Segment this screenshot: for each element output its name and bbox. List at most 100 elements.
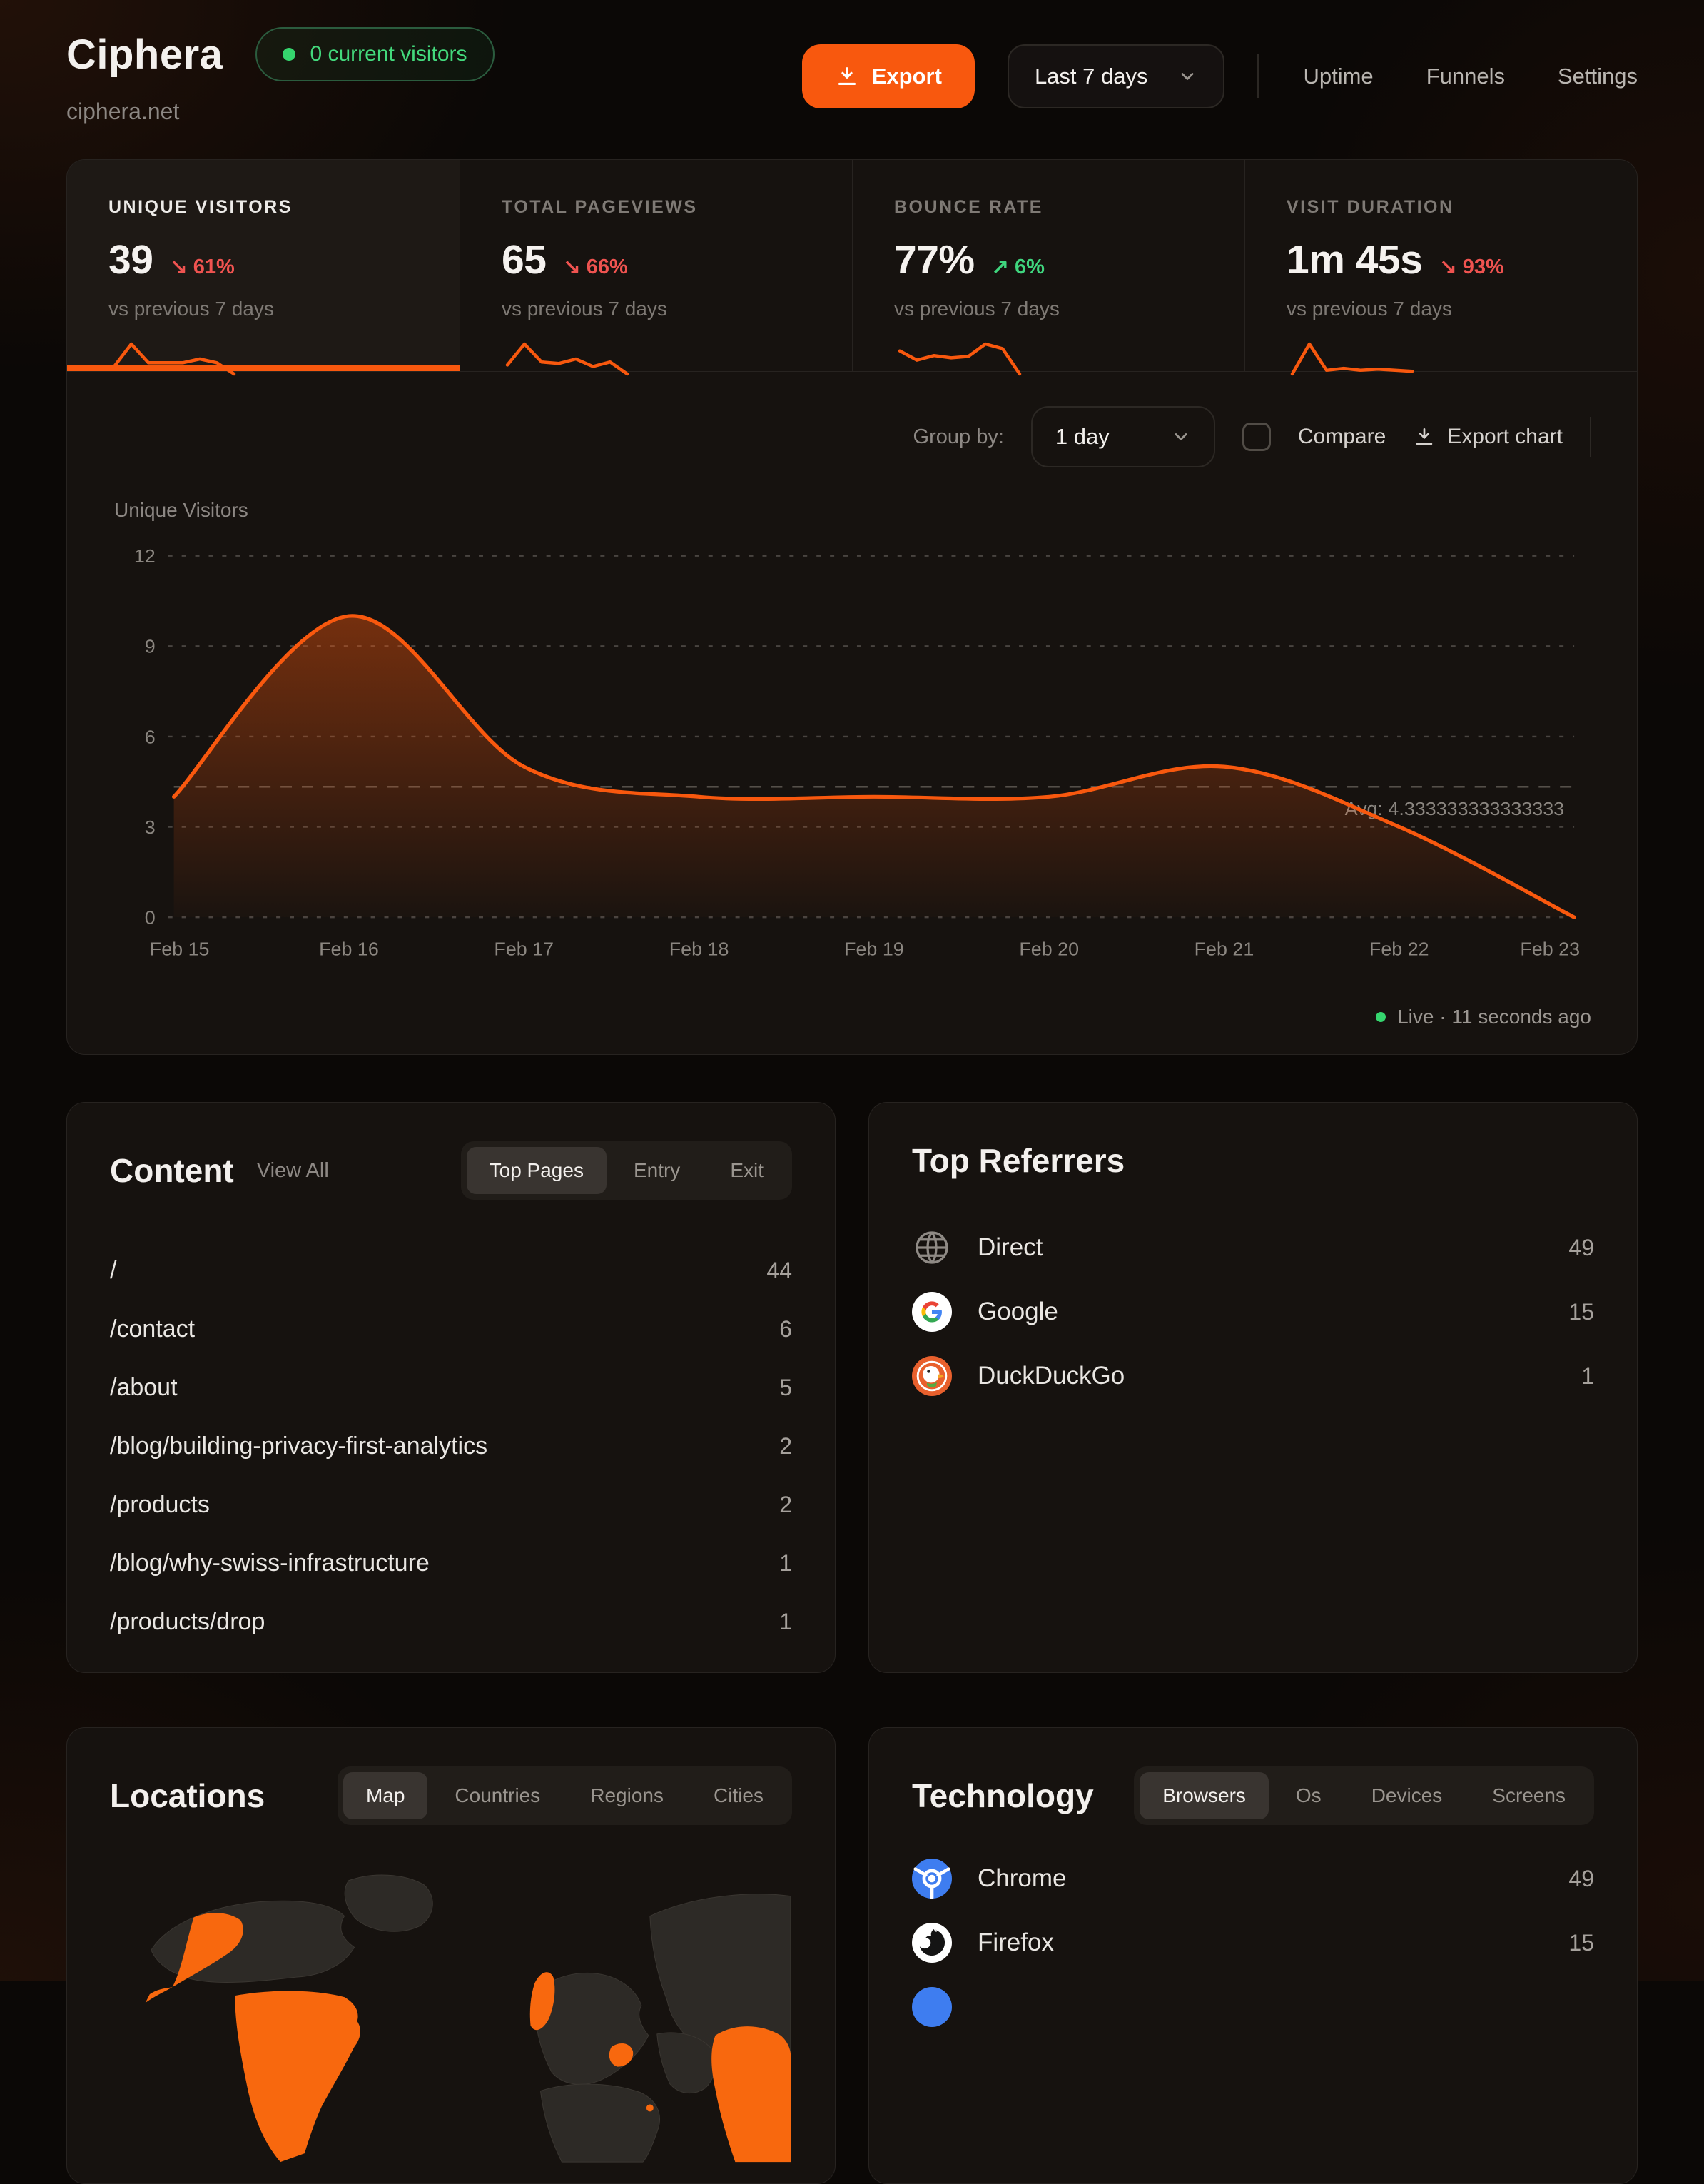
- stat-delta: ↘ 93%: [1439, 254, 1503, 279]
- stat-card-visit-duration[interactable]: VISIT DURATION 1m 45s ↘ 93% vs previous …: [1244, 160, 1637, 371]
- sparkline-chart: [894, 335, 1025, 380]
- browser-row-partial[interactable]: [912, 1975, 1594, 2039]
- globe-icon: [912, 1228, 952, 1268]
- header: Ciphera 0 current visitors ciphera.net E…: [66, 27, 1638, 125]
- tab-exit[interactable]: Exit: [707, 1147, 786, 1194]
- tab-screens[interactable]: Screens: [1469, 1772, 1588, 1819]
- browser-row[interactable]: Firefox 15: [912, 1911, 1594, 1975]
- chevron-down-icon: [1177, 66, 1197, 86]
- tab-os[interactable]: Os: [1273, 1772, 1344, 1819]
- tab-countries[interactable]: Countries: [432, 1772, 563, 1819]
- firefox-icon: [912, 1923, 952, 1963]
- compare-checkbox[interactable]: [1242, 423, 1271, 451]
- live-dot-icon: [1376, 1012, 1386, 1022]
- sparkline-chart: [108, 335, 240, 380]
- app-title: Ciphera: [66, 31, 223, 79]
- tab-cities[interactable]: Cities: [691, 1772, 786, 1819]
- stat-label: BOUNCE RATE: [894, 197, 1203, 218]
- stat-card-unique-visitors[interactable]: UNIQUE VISITORS 39 ↘ 61% vs previous 7 d…: [67, 160, 460, 371]
- page-row[interactable]: /blog/building-privacy-first-analytics2: [110, 1417, 792, 1475]
- chart-controls: Group by: 1 day Compare Export chart: [113, 406, 1591, 467]
- group-by-select[interactable]: 1 day: [1031, 406, 1215, 467]
- referrers-list: Direct 49 Google 15 DuckDuckGo 1: [912, 1215, 1594, 1408]
- referrer-row[interactable]: Google 15: [912, 1280, 1594, 1344]
- tab-map[interactable]: Map: [343, 1772, 427, 1819]
- world-map[interactable]: [110, 1852, 792, 2166]
- nav-funnels[interactable]: Funnels: [1426, 64, 1505, 89]
- svg-text:12: 12: [134, 546, 156, 567]
- top-referrers-title: Top Referrers: [912, 1141, 1125, 1180]
- stat-value: 1m 45s: [1287, 236, 1422, 283]
- locations-tabs: Map Countries Regions Cities: [338, 1766, 792, 1825]
- stat-delta: ↘ 66%: [563, 254, 627, 279]
- page-row[interactable]: /products2: [110, 1475, 792, 1534]
- tab-browsers[interactable]: Browsers: [1140, 1772, 1269, 1819]
- browser-icon: [912, 1987, 952, 2027]
- technology-title: Technology: [912, 1776, 1094, 1815]
- page-row[interactable]: /about5: [110, 1358, 792, 1417]
- stat-label: UNIQUE VISITORS: [108, 197, 418, 218]
- chart-axis-title: Unique Visitors: [114, 499, 1591, 522]
- referrer-row[interactable]: Direct 49: [912, 1215, 1594, 1280]
- tab-regions[interactable]: Regions: [567, 1772, 686, 1819]
- nav-settings[interactable]: Settings: [1558, 64, 1638, 89]
- svg-text:9: 9: [145, 636, 156, 657]
- svg-text:0: 0: [145, 907, 156, 928]
- chrome-icon: [912, 1859, 952, 1899]
- view-all-link[interactable]: View All: [257, 1159, 329, 1183]
- stat-label: TOTAL PAGEVIEWS: [502, 197, 811, 218]
- current-visitors-badge[interactable]: 0 current visitors: [255, 27, 494, 81]
- page-row[interactable]: /products/drop1: [110, 1592, 792, 1651]
- svg-text:Feb 20: Feb 20: [1019, 939, 1079, 959]
- stat-card-bounce-rate[interactable]: BOUNCE RATE 77% ↗ 6% vs previous 7 days: [852, 160, 1244, 371]
- stat-value: 39: [108, 236, 153, 283]
- svg-text:Feb 22: Feb 22: [1369, 939, 1429, 959]
- page-row[interactable]: /44: [110, 1241, 792, 1300]
- content-title: Content: [110, 1151, 234, 1190]
- referrer-row[interactable]: DuckDuckGo 1: [912, 1344, 1594, 1408]
- main-nav: Uptime Funnels Settings: [1303, 64, 1638, 89]
- content-card: Content View All Top Pages Entry Exit /4…: [66, 1102, 836, 1673]
- stat-comparison-label: vs previous 7 days: [1287, 298, 1596, 320]
- browsers-list: Chrome 49 Firefox 15: [912, 1846, 1594, 2039]
- dashboard-page: Ciphera 0 current visitors ciphera.net E…: [0, 0, 1704, 2184]
- tab-top-pages[interactable]: Top Pages: [467, 1147, 607, 1194]
- stats-row: UNIQUE VISITORS 39 ↘ 61% vs previous 7 d…: [67, 160, 1637, 372]
- technology-tabs: Browsers Os Devices Screens: [1134, 1766, 1594, 1825]
- page-row[interactable]: /blog/why-swiss-infrastructure1: [110, 1534, 792, 1592]
- tab-devices[interactable]: Devices: [1349, 1772, 1466, 1819]
- brand-block: Ciphera 0 current visitors ciphera.net: [66, 27, 495, 125]
- group-by-label: Group by:: [913, 425, 1004, 449]
- stat-delta: ↗ 6%: [992, 254, 1045, 279]
- svg-text:Feb 16: Feb 16: [319, 939, 379, 959]
- stat-card-total-pageviews[interactable]: TOTAL PAGEVIEWS 65 ↘ 66% vs previous 7 d…: [460, 160, 852, 371]
- controls-divider: [1590, 417, 1591, 457]
- chart-section: Group by: 1 day Compare Export chart: [67, 372, 1637, 1054]
- live-dot-icon: [283, 48, 295, 61]
- svg-text:Feb 18: Feb 18: [669, 939, 729, 959]
- stat-value: 65: [502, 236, 546, 283]
- date-range-select[interactable]: Last 7 days: [1008, 44, 1225, 108]
- google-icon: [912, 1292, 952, 1332]
- page-row[interactable]: /contact6: [110, 1300, 792, 1358]
- export-chart-button[interactable]: Export chart: [1413, 425, 1563, 449]
- technology-card: Technology Browsers Os Devices Screens C…: [868, 1727, 1638, 2184]
- svg-text:Feb 15: Feb 15: [150, 939, 210, 959]
- browser-row[interactable]: Chrome 49: [912, 1846, 1594, 1911]
- top-pages-list: /44 /contact6 /about5 /blog/building-pri…: [110, 1241, 792, 1651]
- locations-title: Locations: [110, 1776, 265, 1815]
- nav-uptime[interactable]: Uptime: [1303, 64, 1373, 89]
- chevron-down-icon: [1171, 427, 1191, 447]
- svg-text:Feb 17: Feb 17: [494, 939, 554, 959]
- stat-label: VISIT DURATION: [1287, 197, 1596, 218]
- unique-visitors-chart[interactable]: 036912Avg: 4.333333333333333Feb 15Feb 16…: [113, 525, 1591, 999]
- stat-comparison-label: vs previous 7 days: [502, 298, 811, 320]
- export-button[interactable]: Export: [802, 44, 975, 108]
- locations-card: Locations Map Countries Regions Cities: [66, 1727, 836, 2184]
- download-icon: [1413, 425, 1436, 448]
- svg-text:Feb 23: Feb 23: [1520, 939, 1580, 959]
- stat-delta: ↘ 61%: [170, 254, 234, 279]
- tab-entry[interactable]: Entry: [611, 1147, 703, 1194]
- stat-value: 77%: [894, 236, 975, 283]
- svg-text:3: 3: [145, 817, 156, 838]
